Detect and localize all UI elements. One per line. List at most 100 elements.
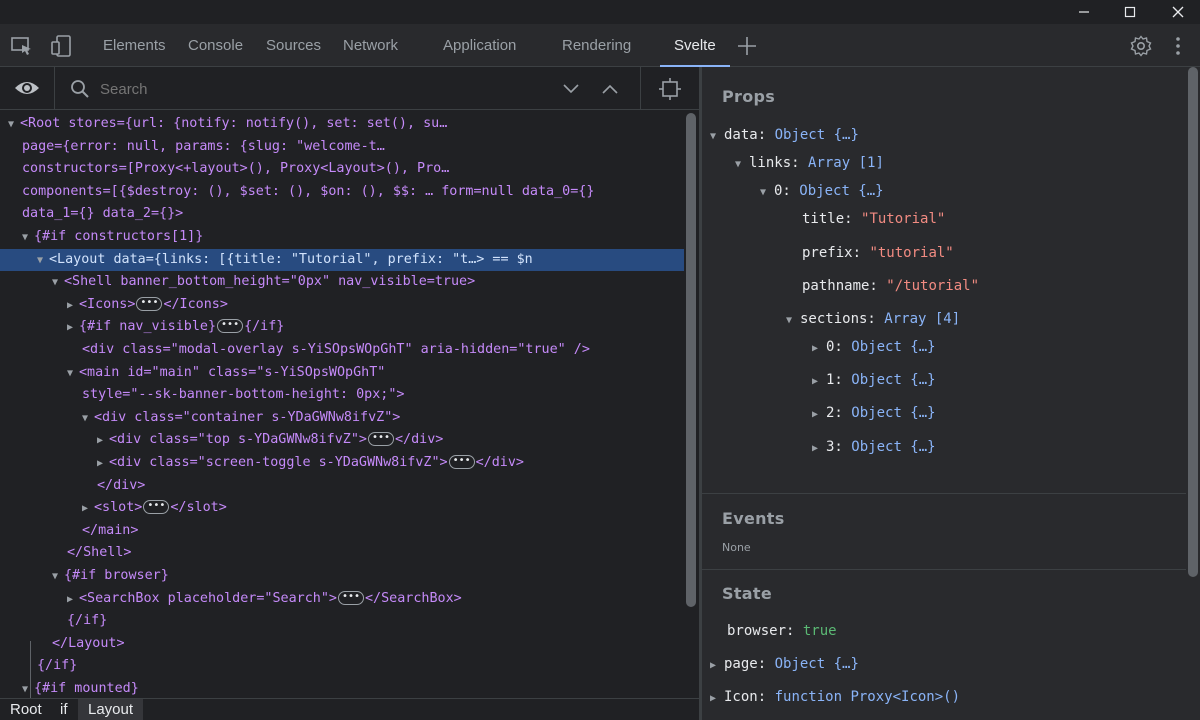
tree-scrollbar[interactable] <box>684 113 698 698</box>
breadcrumb-root[interactable]: Root <box>0 699 52 720</box>
more-options-icon[interactable] <box>1166 34 1190 58</box>
inspector-scrollbar[interactable] <box>1186 67 1200 577</box>
tab-rendering[interactable]: Rendering <box>562 24 631 67</box>
next-result-chevron-down-icon[interactable] <box>562 81 580 95</box>
toolbar-divider <box>640 67 641 110</box>
prop-prefix[interactable]: prefix: "tutorial" <box>802 242 954 264</box>
settings-gear-icon[interactable] <box>1129 34 1153 58</box>
expanded-triangle-icon[interactable]: ▼ <box>37 250 49 273</box>
collapsed-triangle-icon[interactable]: ▶ <box>67 317 79 340</box>
breadcrumb: Root if Layout <box>0 698 699 720</box>
tab-sources[interactable]: Sources <box>266 24 321 67</box>
devtools-tab-bar: Elements Console Sources Network Applica… <box>0 24 1200 67</box>
collapsed-ellipsis-badge[interactable]: ••• <box>367 432 394 447</box>
tree-row-if-mounted[interactable]: ▼ {#if mounted} <box>0 678 684 698</box>
collapsed-triangle-icon[interactable]: ▶ <box>812 404 826 426</box>
tree-row-icons[interactable]: ▶ <Icons> ••• </Icons> <box>0 294 684 317</box>
expanded-triangle-icon[interactable]: ▼ <box>52 566 64 589</box>
collapsed-triangle-icon[interactable]: ▶ <box>97 453 109 476</box>
maximize-icon[interactable] <box>1108 0 1152 24</box>
expanded-triangle-icon[interactable]: ▼ <box>82 408 94 431</box>
prop-links[interactable]: ▼ links: Array [1] <box>735 152 884 174</box>
breadcrumb-if[interactable]: if <box>50 699 78 720</box>
prop-sections-3[interactable]: ▶ 3: Object {…} <box>812 436 936 458</box>
expanded-triangle-icon[interactable]: ▼ <box>786 310 800 332</box>
minimize-icon[interactable] <box>1062 0 1106 24</box>
collapsed-ellipsis-badge[interactable]: ••• <box>217 319 244 334</box>
tab-elements[interactable]: Elements <box>103 24 166 67</box>
expanded-triangle-icon[interactable]: ▼ <box>760 182 774 204</box>
breadcrumb-layout[interactable]: Layout <box>78 699 144 720</box>
component-tree-pane: ▼<Root stores={url: {notify: notify(), s… <box>0 67 699 720</box>
toolbar-divider <box>54 67 55 110</box>
tree-row-div-top[interactable]: ▶ <div class="top s-YDaGWNw8ifvZ"> ••• </di… <box>0 429 684 452</box>
add-tab-icon[interactable] <box>735 34 759 58</box>
tree-row-close-shell: </Shell> <box>67 545 132 561</box>
prop-sections-2[interactable]: ▶ 2: Object {…} <box>812 402 936 424</box>
collapsed-triangle-icon[interactable]: ▶ <box>67 589 79 612</box>
collapsed-ellipsis-badge[interactable]: ••• <box>337 590 364 605</box>
expanded-triangle-icon[interactable]: ▼ <box>735 154 749 176</box>
prop-title[interactable]: title: "Tutorial" <box>802 208 945 230</box>
device-toolbar-icon[interactable] <box>50 34 74 58</box>
tree-row-main[interactable]: ▼ <main id="main" class="s-YiSOpsWOpGhT" <box>0 362 684 385</box>
collapsed-triangle-icon[interactable]: ▶ <box>67 295 79 318</box>
collapsed-ellipsis-badge[interactable]: ••• <box>448 455 475 469</box>
collapsed-ellipsis-badge[interactable]: ••• <box>143 500 170 515</box>
tree-row-div-screen-toggle[interactable]: ▶ <div class="screen-toggle s-YDaGWNw8ifv… <box>0 452 684 475</box>
prop-sections[interactable]: ▼ sections: Array [4] <box>786 308 960 330</box>
state-page[interactable]: ▶ page: Object {…} <box>710 653 859 675</box>
expanded-triangle-icon[interactable]: ▼ <box>710 126 724 148</box>
prop-data[interactable]: ▼ data: Object {…} <box>710 124 859 146</box>
expanded-triangle-icon[interactable]: ▼ <box>22 227 34 250</box>
tree-row-div-container[interactable]: ▼ <div class="container s-YDaGWNw8ifvZ"> <box>0 407 684 430</box>
expanded-triangle-icon[interactable]: ▼ <box>52 272 64 295</box>
previous-result-chevron-up-icon[interactable] <box>601 81 619 95</box>
events-section-title: Events <box>722 509 785 528</box>
tree-row-root-attrs: components=[{$destroy: (), $set: (), $on… <box>22 183 595 199</box>
prop-sections-1[interactable]: ▶ 1: Object {…} <box>812 369 936 391</box>
inspect-element-icon[interactable] <box>10 34 34 58</box>
tree-row-shell[interactable]: ▼ <Shell banner_bottom_height="0px" nav_v… <box>0 271 684 294</box>
tree-row-if-browser[interactable]: ▼ {#if browser} <box>0 565 684 588</box>
expanded-triangle-icon[interactable]: ▼ <box>8 114 20 137</box>
tree-row-main-attrs: style="--sk-banner-bottom-height: 0px;"> <box>82 387 405 403</box>
collapsed-ellipsis-badge[interactable]: ••• <box>136 296 163 311</box>
tab-console[interactable]: Console <box>188 24 243 67</box>
tree-row-close-main: </main> <box>82 522 139 538</box>
prop-sections-0[interactable]: ▶ 0: Object {…} <box>812 336 936 358</box>
collapsed-triangle-icon[interactable]: ▶ <box>812 338 826 360</box>
tree-row-root[interactable]: ▼ <Root stores={url: {notify: notify(), s… <box>0 113 684 136</box>
state-icon[interactable]: ▶ Icon: function Proxy<Icon>() <box>710 686 960 708</box>
inspector-pane: Props ▼ data: Object {…} ▼ links: Array [1… <box>702 67 1200 720</box>
collapsed-triangle-icon[interactable]: ▶ <box>812 371 826 393</box>
expanded-triangle-icon[interactable]: ▼ <box>67 363 79 386</box>
tab-network[interactable]: Network <box>343 24 398 67</box>
eye-icon[interactable] <box>14 77 40 99</box>
tree-row-close-if-browser: {/if} <box>67 613 108 629</box>
prop-pathname[interactable]: pathname: "/tutorial" <box>802 275 979 297</box>
prop-links-0[interactable]: ▼ 0: Object {…} <box>760 180 884 202</box>
state-browser[interactable]: browser: true <box>727 620 837 642</box>
collapsed-triangle-icon[interactable]: ▶ <box>812 438 826 460</box>
close-icon[interactable] <box>1156 0 1200 24</box>
tree-scrollbar-thumb[interactable] <box>686 113 696 607</box>
tree-row-modal-overlay[interactable]: <div class="modal-overlay s-YiSOpsWOpGhT… <box>0 339 684 362</box>
component-picker-icon[interactable] <box>658 77 682 101</box>
tree-row-root-attrs: constructors=[Proxy<+layout>(), Proxy<La… <box>22 161 450 177</box>
tree-row-searchbox[interactable]: ▶ <SearchBox placeholder="Search"> ••• </Se… <box>0 588 684 611</box>
collapsed-triangle-icon[interactable]: ▶ <box>710 655 724 677</box>
tab-application[interactable]: Application <box>443 24 516 67</box>
tree-row-slot[interactable]: ▶ <slot> ••• </slot> <box>0 497 684 520</box>
tree-row-if-nav-visible[interactable]: ▶ {#if nav_visible} ••• {/if} <box>0 316 684 339</box>
collapsed-triangle-icon[interactable]: ▶ <box>82 498 94 521</box>
tree-row-root-attrs: data_1={} data_2={}> <box>22 206 184 222</box>
expanded-triangle-icon[interactable]: ▼ <box>22 679 34 698</box>
inspector-scrollbar-thumb[interactable] <box>1188 67 1198 577</box>
collapsed-triangle-icon[interactable]: ▶ <box>710 688 724 710</box>
tree-row-if-constructors[interactable]: ▼ {#if constructors[1]} <box>0 226 684 249</box>
tree-row-layout-selected[interactable]: ▼ <Layout data={links: [{title: "Tutorial… <box>0 248 684 273</box>
tab-svelte[interactable]: Svelte <box>660 24 730 67</box>
collapsed-triangle-icon[interactable]: ▶ <box>97 430 109 453</box>
search-input[interactable] <box>100 77 540 101</box>
